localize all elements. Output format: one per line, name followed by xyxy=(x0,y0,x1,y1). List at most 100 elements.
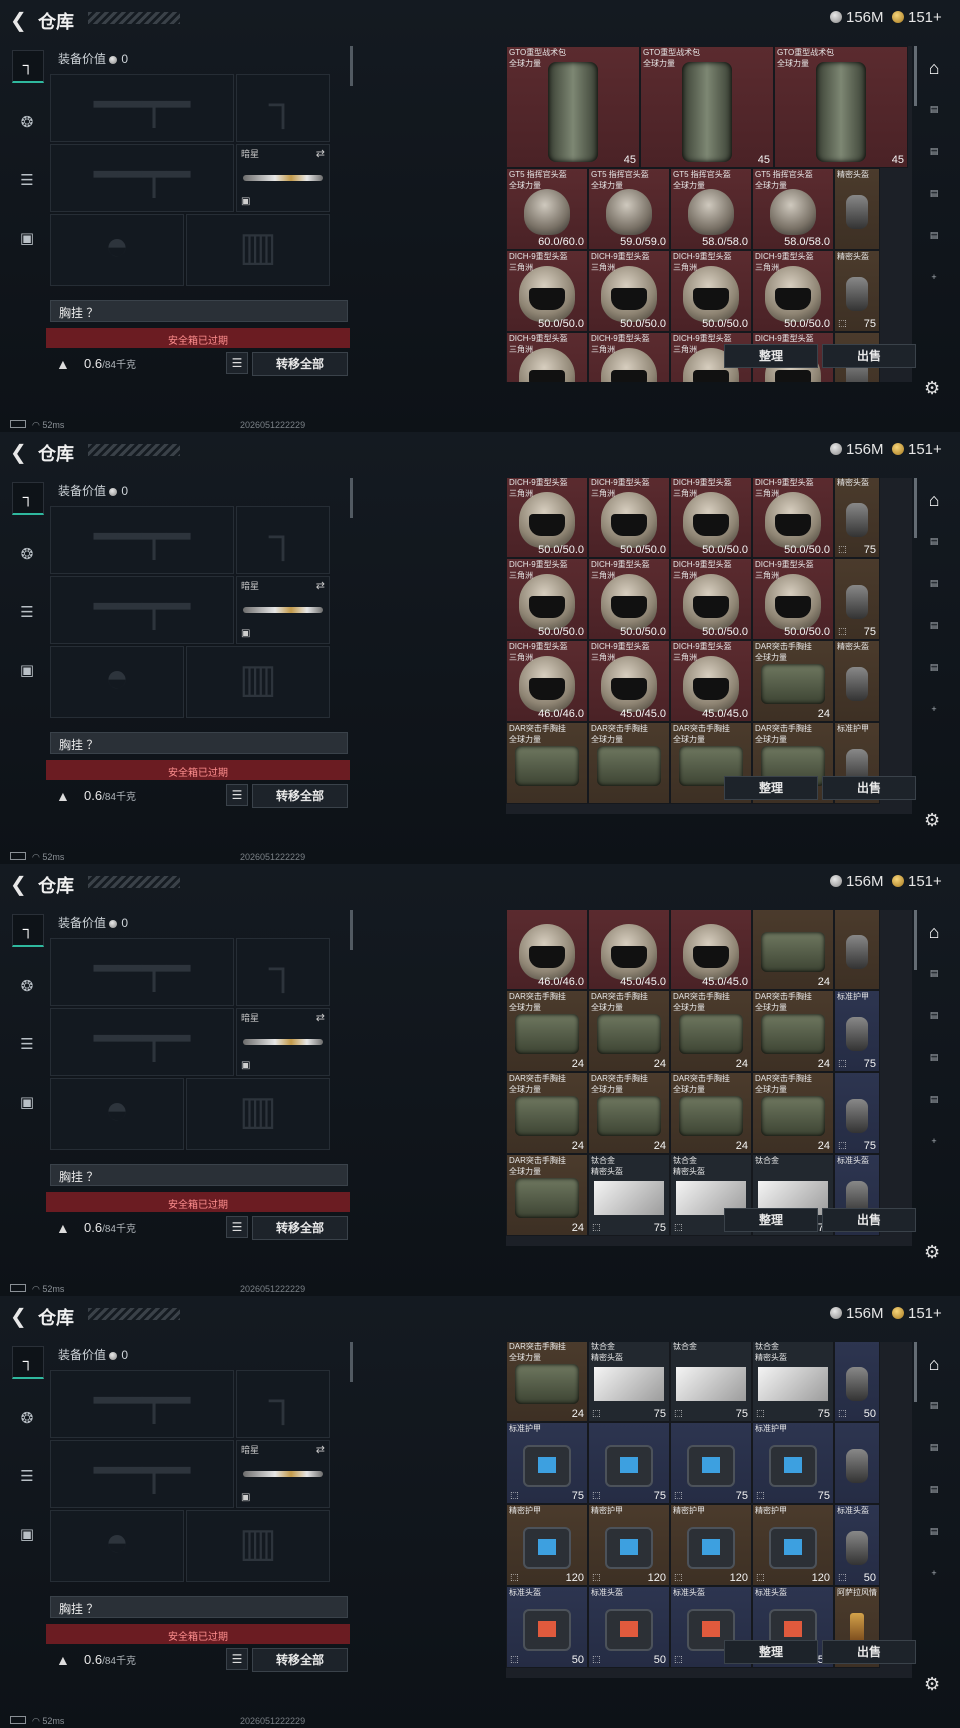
storage-tab-1[interactable]: ▤ xyxy=(918,536,950,547)
list-view-button[interactable]: ☰ xyxy=(226,784,248,806)
stash-item[interactable]: DAR突击手胸挂 全球力量 24 xyxy=(670,1072,752,1154)
storage-tab-2[interactable]: ▤ xyxy=(918,1442,950,1453)
settings-icon[interactable]: ⚙ xyxy=(924,1674,940,1695)
stash-item[interactable]: DAR突击手胸挂 全球力量 24 xyxy=(506,1072,588,1154)
transfer-all-button[interactable]: 转移全部 xyxy=(252,352,348,376)
settings-icon[interactable]: ⚙ xyxy=(924,1242,940,1263)
storage-tab-5[interactable]: + xyxy=(918,1568,950,1578)
stash-item[interactable]: DICH-9重型头盔 三角洲 50.0/50.0 xyxy=(588,558,670,640)
storage-tab-4[interactable]: ▤ xyxy=(918,1094,950,1105)
side-tab-pistol[interactable]: ┐ xyxy=(12,1346,44,1379)
primary-weapon-slot[interactable]: ━━┯━ xyxy=(50,506,234,574)
stash-item[interactable]: 精密头盔 xyxy=(834,640,880,722)
side-tab-pistol[interactable]: ┐ xyxy=(12,482,44,515)
side-tab-clipboard[interactable]: ☰ xyxy=(12,1030,42,1060)
gold-currency[interactable]: 151+ xyxy=(892,873,942,890)
sort-button[interactable]: 整理 xyxy=(724,1208,818,1232)
stash-item[interactable]: 精密护甲 120 ⬚ xyxy=(670,1504,752,1586)
stash-item[interactable]: 标准头盔 50 ⬚ xyxy=(588,1586,670,1668)
list-view-button[interactable]: ☰ xyxy=(226,1216,248,1238)
chest-rig-slot[interactable]: 胸挂 ？ xyxy=(50,300,348,322)
sell-button[interactable]: 出售 xyxy=(822,344,916,368)
stash-item[interactable]: 标准护甲 75 ⬚ xyxy=(506,1422,588,1504)
transfer-all-button[interactable]: 转移全部 xyxy=(252,784,348,808)
stash-item[interactable]: DAR突击手胸挂 全球力量 xyxy=(506,722,588,804)
stash-item[interactable]: DICH-9重型头盔 三角洲 50.0/50.0 xyxy=(506,558,588,640)
primary-weapon-slot[interactable]: ━━┯━ xyxy=(50,938,234,1006)
stash-item[interactable]: DAR突击手胸挂 全球力量 24 xyxy=(506,1154,588,1236)
stash-item[interactable]: 75 ⬚ xyxy=(670,1422,752,1504)
stash-item[interactable]: DAR突击手胸挂 全球力量 24 xyxy=(506,990,588,1072)
storage-tab-0[interactable]: ⌂ xyxy=(918,922,950,943)
stash-item[interactable]: 钛合金精密头盔 75 ⬚ xyxy=(752,1342,834,1422)
side-tab-briefcase[interactable]: ▣ xyxy=(12,1088,42,1118)
side-tab-pistol[interactable]: ┐ xyxy=(12,914,44,947)
settings-icon[interactable]: ⚙ xyxy=(924,810,940,831)
stash-item[interactable]: GT5 指挥官头盔 全球力量 60.0/60.0 xyxy=(506,168,588,250)
stash-item[interactable]: 75 ⬚ xyxy=(588,1422,670,1504)
back-button[interactable]: ❮ xyxy=(10,8,27,33)
stash-item[interactable]: 75 ⬚ xyxy=(834,558,880,640)
stash-item[interactable]: 钛合金精密头盔 75 ⬚ xyxy=(588,1342,670,1422)
melee-slot[interactable]: 暗星 ⇄ ▣ xyxy=(236,576,330,644)
stash-item[interactable]: 45.0/45.0 xyxy=(670,910,752,990)
storage-tab-4[interactable]: ▤ xyxy=(918,230,950,241)
stash-item[interactable]: 精密护甲 120 ⬚ xyxy=(752,1504,834,1586)
helmet-slot[interactable]: ◓ xyxy=(50,1078,184,1150)
stash-item[interactable]: DAR突击手胸挂 全球力量 24 xyxy=(588,1072,670,1154)
helmet-slot[interactable]: ◓ xyxy=(50,1510,184,1582)
storage-tab-2[interactable]: ▤ xyxy=(918,1010,950,1021)
side-tab-clipboard[interactable]: ☰ xyxy=(12,598,42,628)
pistol-slot[interactable]: ┐ xyxy=(236,938,330,1006)
side-tab-shield[interactable]: ❂ xyxy=(12,972,42,1002)
sell-button[interactable]: 出售 xyxy=(822,1208,916,1232)
swap-icon[interactable]: ⇄ xyxy=(316,1443,325,1456)
sort-button[interactable]: 整理 xyxy=(724,344,818,368)
sell-button[interactable]: 出售 xyxy=(822,1640,916,1664)
stash-item[interactable]: DAR突击手胸挂 全球力量 24 xyxy=(752,640,834,722)
stash-item[interactable]: DICH-9重型头盔三角洲 xyxy=(588,332,670,382)
secondary-weapon-slot[interactable]: ━━┯━ xyxy=(50,1008,234,1076)
stash-item[interactable]: 标准护甲 75 ⬚ xyxy=(752,1422,834,1504)
armor-slot[interactable]: ▥ xyxy=(186,1510,330,1582)
melee-slot[interactable]: 暗星 ⇄ ▣ xyxy=(236,1008,330,1076)
pistol-slot[interactable]: ┐ xyxy=(236,74,330,142)
stash-scrollbar[interactable] xyxy=(914,910,917,970)
storage-tab-5[interactable]: + xyxy=(918,704,950,714)
stash-item[interactable]: DICH-9重型头盔 三角洲 45.0/45.0 xyxy=(670,640,752,722)
list-view-button[interactable]: ☰ xyxy=(226,352,248,374)
stash-item[interactable]: GT5 指挥官头盔 全球力量 58.0/58.0 xyxy=(670,168,752,250)
safe-box-expired-bar[interactable]: 安全箱已过期 xyxy=(46,1192,350,1212)
side-tab-clipboard[interactable]: ☰ xyxy=(12,1462,42,1492)
back-button[interactable]: ❮ xyxy=(10,1304,27,1329)
settings-icon[interactable]: ⚙ xyxy=(924,378,940,399)
storage-tab-4[interactable]: ▤ xyxy=(918,1526,950,1537)
swap-icon[interactable]: ⇄ xyxy=(316,147,325,160)
stash-item[interactable]: 钛合金 75 ⬚ xyxy=(670,1342,752,1422)
storage-tab-4[interactable]: ▤ xyxy=(918,662,950,673)
swap-icon[interactable]: ⇄ xyxy=(316,579,325,592)
stash-item[interactable] xyxy=(834,910,880,990)
storage-tab-5[interactable]: + xyxy=(918,272,950,282)
side-tab-shield[interactable]: ❂ xyxy=(12,108,42,138)
stash-item[interactable] xyxy=(834,1422,880,1504)
helmet-slot[interactable]: ◓ xyxy=(50,646,184,718)
stash-item[interactable]: 50 ⬚ xyxy=(834,1342,880,1422)
stash-item[interactable]: DAR突击手胸挂 全球力量 xyxy=(588,722,670,804)
stash-item[interactable]: GTO重型战术包 全球力量 45 xyxy=(640,46,774,168)
storage-tab-5[interactable]: + xyxy=(918,1136,950,1146)
stash-scrollbar[interactable] xyxy=(914,478,917,538)
stash-item[interactable]: 标准头盔 50 ⬚ xyxy=(834,1504,880,1586)
list-view-button[interactable]: ☰ xyxy=(226,1648,248,1670)
safe-box-expired-bar[interactable]: 安全箱已过期 xyxy=(46,760,350,780)
loadout-scrollbar[interactable] xyxy=(350,1342,353,1382)
stash-item[interactable]: DICH-9重型头盔 三角洲 50.0/50.0 xyxy=(670,478,752,558)
storage-tab-1[interactable]: ▤ xyxy=(918,104,950,115)
stash-item[interactable]: DAR突击手胸挂 全球力量 24 xyxy=(670,990,752,1072)
storage-tab-3[interactable]: ▤ xyxy=(918,188,950,199)
stash-item[interactable]: DICH-9重型头盔 三角洲 50.0/50.0 xyxy=(506,250,588,332)
stash-item[interactable]: DICH-9重型头盔 三角洲 50.0/50.0 xyxy=(670,250,752,332)
stash-item[interactable]: DAR突击手胸挂 全球力量 24 xyxy=(752,990,834,1072)
gold-currency[interactable]: 151+ xyxy=(892,9,942,26)
gold-currency[interactable]: 151+ xyxy=(892,441,942,458)
